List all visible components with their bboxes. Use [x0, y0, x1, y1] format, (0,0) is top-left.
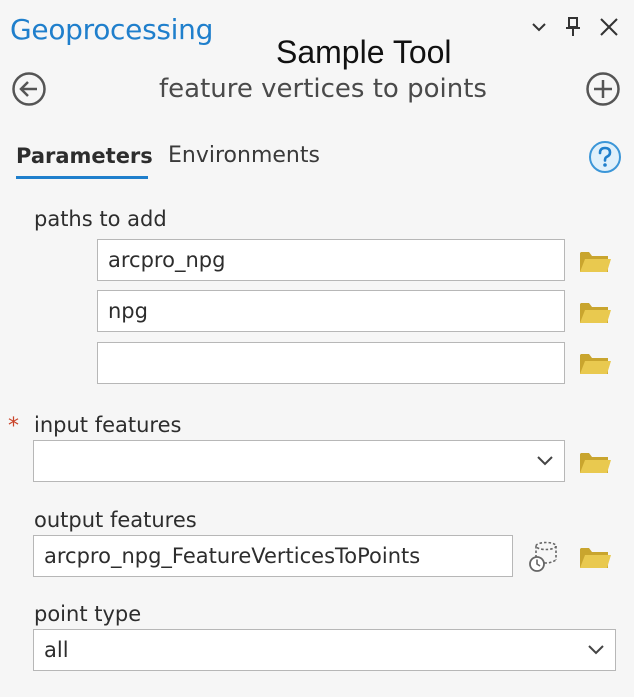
chevron-down-icon[interactable] — [536, 455, 554, 467]
minimize-button[interactable] — [526, 14, 552, 40]
tool-title: feature vertices to points — [159, 74, 487, 104]
folder-icon — [580, 303, 611, 323]
sample-tool-caption: Sample Tool — [276, 34, 452, 70]
folder-icon — [580, 252, 611, 272]
path-field-2[interactable]: npg — [97, 290, 565, 332]
browse-path-2-button[interactable] — [578, 298, 612, 326]
chevron-down-icon[interactable] — [587, 644, 605, 656]
tab-environments[interactable]: Environments — [168, 142, 320, 170]
folder-icon — [580, 354, 611, 374]
path-field-1[interactable]: arcpro_npg — [97, 239, 565, 281]
pane-title: Geoprocessing — [10, 13, 214, 46]
close-button[interactable] — [596, 14, 622, 40]
point-type-value: all — [44, 638, 69, 662]
tab-parameters[interactable]: Parameters — [16, 142, 153, 170]
path-field-3[interactable] — [97, 342, 565, 384]
output-features-field[interactable]: arcpro_npg_FeatureVerticesToPoints — [33, 535, 513, 577]
close-icon — [600, 18, 618, 36]
required-marker: * — [8, 414, 19, 439]
add-button[interactable] — [586, 72, 620, 106]
paths-to-add-label: paths to add — [34, 207, 167, 231]
browse-output-features-button[interactable] — [578, 543, 612, 571]
plus-circle-icon — [586, 72, 620, 106]
pin-button[interactable] — [560, 14, 586, 40]
output-features-label: output features — [34, 508, 197, 532]
point-type-select[interactable]: all — [33, 629, 616, 671]
folder-icon — [580, 548, 611, 568]
help-button[interactable] — [588, 140, 622, 174]
browse-path-3-button[interactable] — [578, 349, 612, 377]
help-icon — [589, 141, 621, 173]
tab-active-indicator — [16, 176, 148, 179]
chevron-down-icon — [532, 23, 546, 32]
browse-input-features-button[interactable] — [578, 448, 612, 476]
dataset-properties-button[interactable] — [526, 540, 560, 574]
browse-path-1-button[interactable] — [578, 247, 612, 275]
point-type-label: point type — [34, 602, 142, 626]
dataset-properties-icon — [529, 541, 557, 572]
input-features-label: input features — [34, 413, 182, 437]
input-features-select[interactable] — [33, 440, 565, 482]
pin-icon — [566, 17, 580, 36]
folder-icon — [580, 453, 611, 473]
